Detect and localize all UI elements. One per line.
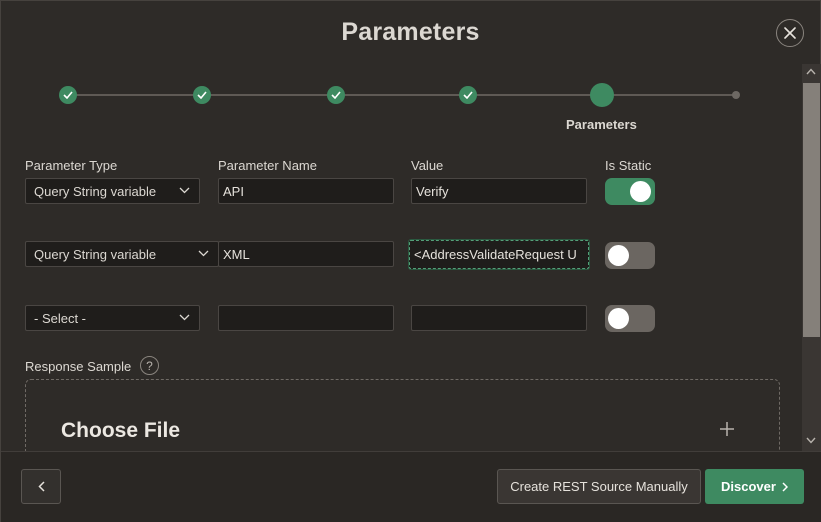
- wizard-step-1: [59, 86, 77, 104]
- chevron-down-icon: [198, 250, 209, 257]
- select-value: - Select -: [34, 310, 87, 326]
- is-static-toggle[interactable]: [605, 305, 655, 332]
- current-step-label: Parameters: [566, 117, 637, 132]
- parameter-type-select[interactable]: Query String variable: [25, 241, 219, 267]
- wizard-progress-line: [68, 94, 736, 96]
- discover-button[interactable]: Discover: [705, 469, 804, 504]
- discover-label: Discover: [721, 479, 776, 494]
- scroll-down-icon[interactable]: [806, 437, 816, 444]
- check-icon: [63, 91, 73, 99]
- wizard-step-5-current: [590, 83, 614, 107]
- select-value: Query String variable: [34, 183, 157, 199]
- help-icon[interactable]: ?: [140, 356, 159, 375]
- parameter-name-input[interactable]: [218, 305, 394, 331]
- response-sample-label: Response Sample: [25, 359, 132, 374]
- parameter-value-input[interactable]: Verify: [411, 178, 587, 204]
- plus-icon[interactable]: [718, 420, 736, 438]
- parameter-type-select[interactable]: - Select -: [25, 305, 200, 331]
- parameter-value-input[interactable]: <AddressValidateRequest U: [409, 240, 589, 269]
- toggle-knob: [630, 181, 651, 202]
- parameter-type-select[interactable]: Query String variable: [25, 178, 200, 204]
- wizard-step-2: [193, 86, 211, 104]
- parameters-dialog: Parameters Parameters Parameter Type Par…: [0, 0, 821, 522]
- parameter-name-input[interactable]: API: [218, 178, 394, 204]
- toggle-knob: [608, 245, 629, 266]
- chevron-left-icon: [37, 481, 45, 492]
- parameter-value-input[interactable]: [411, 305, 587, 331]
- check-icon: [197, 91, 207, 99]
- back-button[interactable]: [21, 469, 61, 504]
- check-icon: [331, 91, 341, 99]
- wizard-step-3: [327, 86, 345, 104]
- wizard-step-6: [732, 91, 740, 99]
- wizard-step-4: [459, 86, 477, 104]
- dialog-title: Parameters: [341, 18, 480, 46]
- scroll-up-icon[interactable]: [806, 68, 816, 75]
- value-label: Value: [411, 158, 444, 173]
- choose-file-label[interactable]: Choose File: [61, 419, 180, 443]
- is-static-label: Is Static: [605, 158, 652, 173]
- check-icon: [463, 91, 473, 99]
- close-button[interactable]: [776, 19, 804, 47]
- create-rest-source-manually-button[interactable]: Create REST Source Manually: [497, 469, 701, 504]
- chevron-down-icon: [179, 314, 190, 321]
- is-static-toggle[interactable]: [605, 178, 655, 205]
- select-value: Query String variable: [34, 246, 157, 262]
- is-static-toggle[interactable]: [605, 242, 655, 269]
- parameter-type-label: Parameter Type: [25, 158, 118, 173]
- close-icon: [784, 27, 796, 39]
- create-rest-source-manually-label: Create REST Source Manually: [510, 479, 688, 494]
- parameter-name-label: Parameter Name: [218, 158, 317, 173]
- chevron-right-icon: [782, 481, 788, 492]
- parameter-name-input[interactable]: XML: [218, 241, 394, 267]
- scrollbar-thumb[interactable]: [803, 83, 820, 337]
- toggle-knob: [608, 308, 629, 329]
- chevron-down-icon: [179, 187, 190, 194]
